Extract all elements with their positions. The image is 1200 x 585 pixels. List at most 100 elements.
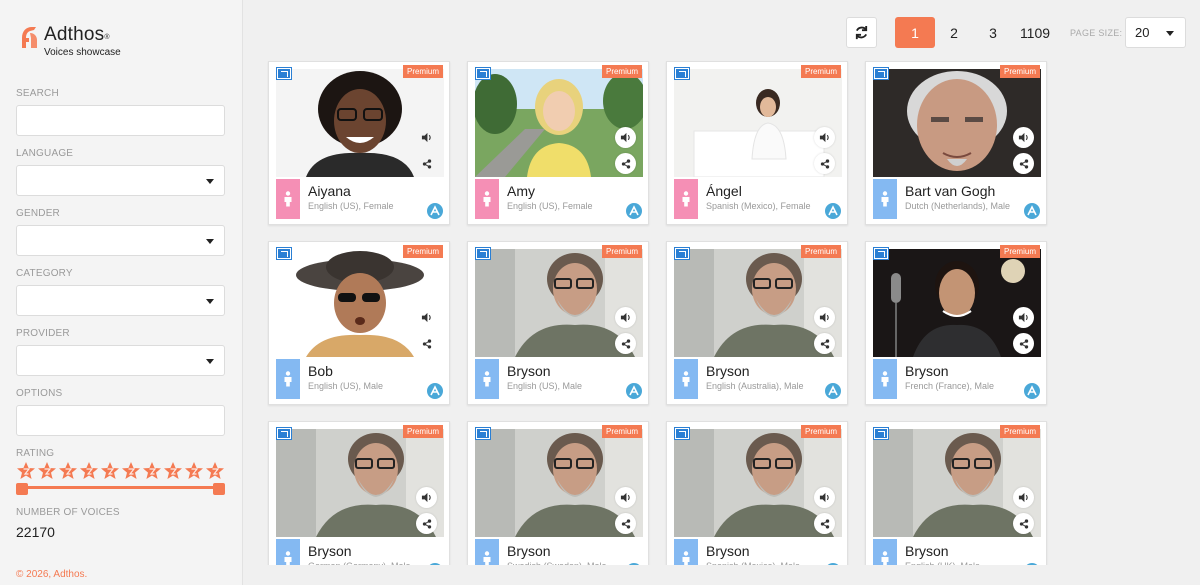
premium-badge: Premium (402, 65, 443, 78)
play-sample-button[interactable] (814, 487, 835, 508)
voice-card[interactable]: Premium Bart van Gogh Dutch (Netherlands),… (865, 61, 1047, 225)
play-sample-button[interactable] (814, 127, 835, 148)
voice-language-gender: Spanish (Mexico), Male (706, 561, 800, 565)
checkbox-icon[interactable] (277, 68, 291, 79)
voice-name[interactable]: Amy (507, 183, 535, 199)
play-sample-button[interactable] (1013, 127, 1034, 148)
voice-name[interactable]: Bart van Gogh (905, 183, 995, 199)
share-button[interactable] (814, 333, 835, 354)
rating-slider-min-handle[interactable] (16, 483, 28, 495)
rating-slider-track[interactable] (21, 486, 220, 489)
voices-count-label: NUMBER OF VOICES (16, 507, 120, 518)
play-sample-button[interactable] (615, 127, 636, 148)
share-button[interactable] (1013, 513, 1034, 534)
star-icon[interactable] (58, 461, 78, 481)
category-select[interactable] (16, 285, 225, 316)
voice-name[interactable]: Bryson (507, 543, 551, 559)
checkbox-icon[interactable] (675, 428, 689, 439)
share-button[interactable] (615, 333, 636, 354)
share-button[interactable] (814, 513, 835, 534)
voice-name[interactable]: Bryson (706, 363, 750, 379)
star-icon[interactable] (184, 461, 204, 481)
checkbox-icon[interactable] (874, 428, 888, 439)
play-sample-button[interactable] (1013, 487, 1034, 508)
checkbox-icon[interactable] (675, 68, 689, 79)
voice-card[interactable]: Premium Bryson English (Australia), Male (666, 241, 848, 405)
person-icon (682, 551, 690, 565)
voice-name[interactable]: Bryson (507, 363, 551, 379)
chevron-down-icon (206, 239, 214, 244)
rating-slider-max-handle[interactable] (213, 483, 225, 495)
voice-card[interactable]: Premium Bryson Spanish (Mexico), Male (666, 421, 848, 565)
star-icon[interactable] (79, 461, 99, 481)
search-field[interactable] (16, 105, 225, 136)
star-icon[interactable] (142, 461, 162, 481)
provider-logo-icon (827, 563, 839, 565)
checkbox-icon[interactable] (874, 248, 888, 259)
share-icon (820, 518, 829, 529)
voice-name[interactable]: Bob (308, 363, 333, 379)
share-button[interactable] (416, 513, 437, 534)
share-button[interactable] (416, 153, 437, 174)
checkbox-icon[interactable] (277, 248, 291, 259)
star-icon[interactable] (37, 461, 57, 481)
voice-card[interactable]: Premium Bryson German (Germany), Male (268, 421, 450, 565)
star-icon[interactable] (163, 461, 183, 481)
provider-logo-icon (825, 383, 841, 399)
voice-card[interactable]: Premium Aiyana English (US), Female (268, 61, 450, 225)
voice-card[interactable]: Premium Ángel Spanish (Mexico), Female (666, 61, 848, 225)
brand-logo[interactable]: Adthos® Voices showcase (16, 24, 121, 58)
language-select[interactable] (16, 165, 225, 196)
rating-stars[interactable] (16, 461, 225, 481)
checkbox-icon[interactable] (277, 428, 291, 439)
share-button[interactable] (615, 153, 636, 174)
person-icon (483, 551, 491, 565)
voice-name[interactable]: Aiyana (308, 183, 351, 199)
play-sample-button[interactable] (814, 307, 835, 328)
share-button[interactable] (1013, 153, 1034, 174)
checkbox-icon[interactable] (476, 68, 490, 79)
voices-count: 22170 (16, 524, 55, 540)
share-button[interactable] (814, 153, 835, 174)
page-button-1[interactable]: 1 (895, 17, 935, 48)
voice-card[interactable]: Premium Bryson Swedish (Sweden), Male (467, 421, 649, 565)
page-size-select[interactable]: 20 (1125, 17, 1186, 48)
share-button[interactable] (416, 333, 437, 354)
star-icon[interactable] (205, 461, 225, 481)
voice-card[interactable]: Premium Bryson English (UK), Male (865, 421, 1047, 565)
play-sample-button[interactable] (416, 487, 437, 508)
checkbox-icon[interactable] (675, 248, 689, 259)
share-button[interactable] (1013, 333, 1034, 354)
search-input[interactable] (17, 106, 224, 135)
voice-name[interactable]: Bryson (905, 363, 949, 379)
voice-card[interactable]: Premium Bob English (US), Male (268, 241, 450, 405)
play-sample-button[interactable] (416, 127, 437, 148)
voice-card[interactable]: Premium Bryson English (US), Male (467, 241, 649, 405)
chevron-down-icon (206, 359, 214, 364)
checkbox-icon[interactable] (476, 248, 490, 259)
gender-select[interactable] (16, 225, 225, 256)
voice-name[interactable]: Bryson (706, 543, 750, 559)
page-button-last[interactable]: 1109 (1015, 17, 1055, 48)
voice-name[interactable]: Ángel (706, 183, 742, 199)
star-icon[interactable] (16, 461, 36, 481)
star-icon[interactable] (121, 461, 141, 481)
options-field[interactable] (16, 405, 225, 436)
share-button[interactable] (615, 513, 636, 534)
checkbox-icon[interactable] (874, 68, 888, 79)
voice-card[interactable]: Premium Amy English (US), Female (467, 61, 649, 225)
play-sample-button[interactable] (615, 307, 636, 328)
page-button-2[interactable]: 2 (934, 17, 974, 48)
voice-name[interactable]: Bryson (905, 543, 949, 559)
person-icon (284, 551, 292, 565)
refresh-button[interactable] (846, 17, 877, 48)
checkbox-icon[interactable] (476, 428, 490, 439)
voice-card[interactable]: Premium Bryson French (France), Male (865, 241, 1047, 405)
play-sample-button[interactable] (1013, 307, 1034, 328)
star-icon[interactable] (100, 461, 120, 481)
play-sample-button[interactable] (615, 487, 636, 508)
play-sample-button[interactable] (416, 307, 437, 328)
provider-select[interactable] (16, 345, 225, 376)
voice-name[interactable]: Bryson (308, 543, 352, 559)
page-button-3[interactable]: 3 (973, 17, 1013, 48)
